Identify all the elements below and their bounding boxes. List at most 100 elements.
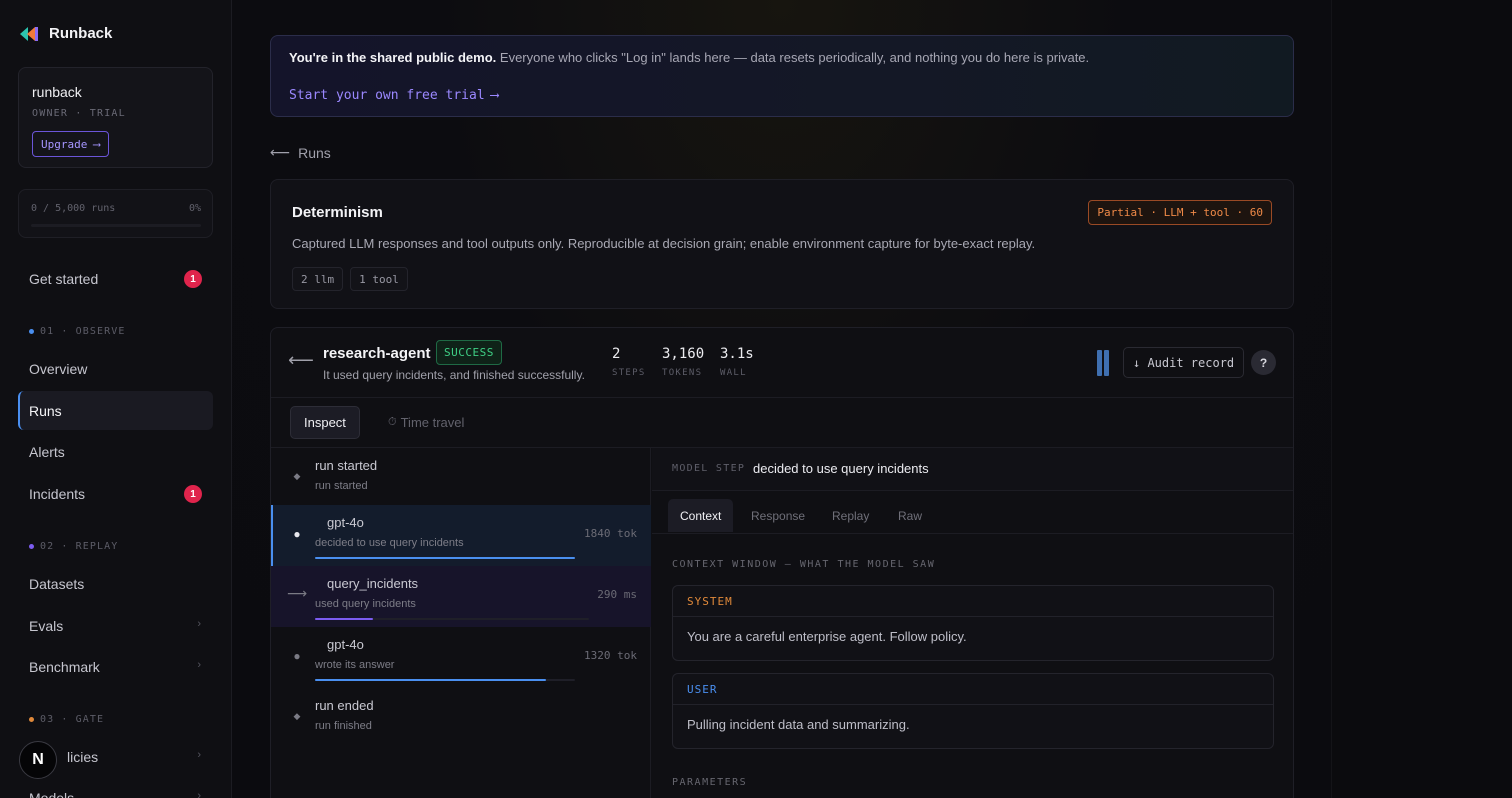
sidebar-item-incidents[interactable]: Incidents 1 [18,474,213,513]
notification-badge: 1 [184,485,202,503]
step-detail-header: MODEL STEP decided to use query incident… [652,448,1293,491]
message-system: SYSTEM You are a careful enterprise agen… [672,585,1274,661]
message-text: Pulling incident data and summarizing. [687,717,910,732]
determinism-card: Determinism Captured LLM responses and t… [270,179,1294,309]
sidebar-item-evals[interactable]: Evals › [18,606,213,645]
arrow-right-icon: ⟶ [490,88,499,103]
sidebar-item-get-started[interactable]: Get started 1 [18,259,213,298]
sidebar-item-overview[interactable]: Overview [18,349,213,388]
mode-tabs: Inspect ⏱ Time travel [271,398,1293,448]
step-progress [315,557,575,559]
clock-icon: ⏱ [388,416,397,428]
stat-tokens: 3,160 TOKENS [662,346,704,378]
section-label: 02 · REPLAY [40,541,119,552]
step-duration: 290 ms [597,588,637,601]
sidebar-item-label: Incidents [29,485,86,502]
diamond-icon: ◆ [293,711,301,721]
demo-banner-body: Everyone who clicks "Log in" lands here … [496,50,1090,65]
right-gutter [1331,0,1512,798]
chevron-right-icon: › [197,618,201,630]
step-progress [315,679,575,681]
step-tokens: 1320 tok [584,649,637,662]
sidebar-item-benchmark[interactable]: Benchmark › [18,647,213,686]
step-model-1[interactable]: ● gpt-4o decided to use query incidents … [271,505,651,566]
detail-tabs: Context Response Replay Raw [652,491,1293,534]
run-summary: It used query incidents, and finished su… [323,368,585,382]
usage-percent: 0% [188,203,201,214]
step-title: gpt-4o [327,515,364,530]
audit-record-button[interactable]: ↓ Audit record [1123,347,1245,378]
sidebar-item-label: licies [67,748,99,765]
stat-value: 2 [612,346,621,362]
org-name: runback [32,84,82,100]
stat-label: STEPS [612,368,646,378]
chevron-right-icon: › [197,659,201,671]
stat-value: 3,160 [662,346,705,362]
sidebar-item-label: Get started [29,270,99,287]
sidebar-item-label: Runs [29,402,62,419]
sidebar-item-label: Benchmark [29,658,100,675]
back-to-runs-link[interactable]: ⟵ Runs [270,144,331,161]
sidebar: Runback runback OWNER · TRIAL Upgrade ⟶ … [0,0,232,798]
arrow-left-icon[interactable]: ⟵ [288,350,314,371]
sidebar-item-label: Alerts [29,443,65,460]
step-model-2[interactable]: ● gpt-4o wrote its answer 1320 tok [271,627,651,688]
brand[interactable]: Runback [19,25,112,42]
runback-logo-icon [19,26,39,42]
sidebar-item-label: Evals [29,617,64,634]
columns-icon[interactable] [1097,350,1109,376]
nav-section-replay: 02 · REPLAY [29,541,118,552]
run-name: research-agent [323,345,431,362]
tab-raw[interactable]: Raw [886,499,934,532]
step-tool-query-incidents[interactable]: ⟶ query_incidents used query incidents 2… [271,566,651,627]
message-user: USER Pulling incident data and summarizi… [672,673,1274,749]
status-badge: SUCCESS [436,340,502,365]
step-summary: decided to use query incidents [753,461,929,476]
upgrade-label: Upgrade [41,137,88,151]
determinism-badge: Partial · LLM + tool · 60 [1088,200,1272,225]
step-kind: MODEL STEP [672,463,746,474]
section-dot-icon [29,329,34,334]
sidebar-item-label: Models [29,789,75,798]
step-title: run ended [315,698,374,713]
chip-tool-count: 1 tool [350,267,408,291]
run-card: ⟵ research-agent SUCCESS It used query i… [270,327,1294,798]
section-dot-icon [29,544,34,549]
message-text: You are a careful enterprise agent. Foll… [687,629,967,644]
demo-banner: You're in the shared public demo. Everyo… [270,35,1294,117]
step-title: query_incidents [327,576,419,591]
sidebar-item-models[interactable]: Models › [18,778,213,798]
step-progress-fill [315,557,575,559]
step-run-started[interactable]: ◆ run started run started [271,448,651,509]
help-button[interactable]: ? [1251,350,1276,375]
org-card: runback OWNER · TRIAL Upgrade ⟶ [18,67,213,168]
sidebar-item-datasets[interactable]: Datasets [18,564,213,603]
step-title: run started [315,458,378,473]
stat-label: WALL [720,368,747,378]
tab-inspect[interactable]: Inspect [290,406,360,439]
determinism-title: Determinism [292,204,383,221]
tab-replay[interactable]: Replay [820,499,881,532]
tab-time-travel[interactable]: ⏱ Time travel [375,406,477,439]
sidebar-item-runs[interactable]: Runs [18,391,213,430]
back-label: Runs [298,144,331,161]
section-label: 01 · OBSERVE [40,326,126,337]
determinism-chips: 2 llm 1 tool [292,267,408,291]
upgrade-button[interactable]: Upgrade ⟶ [32,131,109,157]
stat-value: 3.1s [720,346,754,362]
tab-response[interactable]: Response [739,499,817,532]
sidebar-item-label: Overview [29,360,88,377]
step-run-ended[interactable]: ◆ run ended run finished [271,688,651,749]
step-list: ◆ run started run started ● gpt-4o decid… [271,448,651,798]
nav-section-gate: 03 · GATE [29,714,104,725]
run-header: ⟵ research-agent SUCCESS It used query i… [271,328,1293,398]
sidebar-item-alerts[interactable]: Alerts [18,432,213,471]
org-role: OWNER · TRIAL [32,108,126,119]
chevron-right-icon: › [197,790,201,798]
step-desc: wrote its answer [315,659,395,671]
start-trial-link[interactable]: Start your own free trial ⟶ [289,88,499,103]
avatar[interactable]: N [19,741,57,779]
chevron-right-icon: › [197,749,201,761]
tab-context[interactable]: Context [668,499,734,532]
dot-icon: ● [293,527,301,541]
